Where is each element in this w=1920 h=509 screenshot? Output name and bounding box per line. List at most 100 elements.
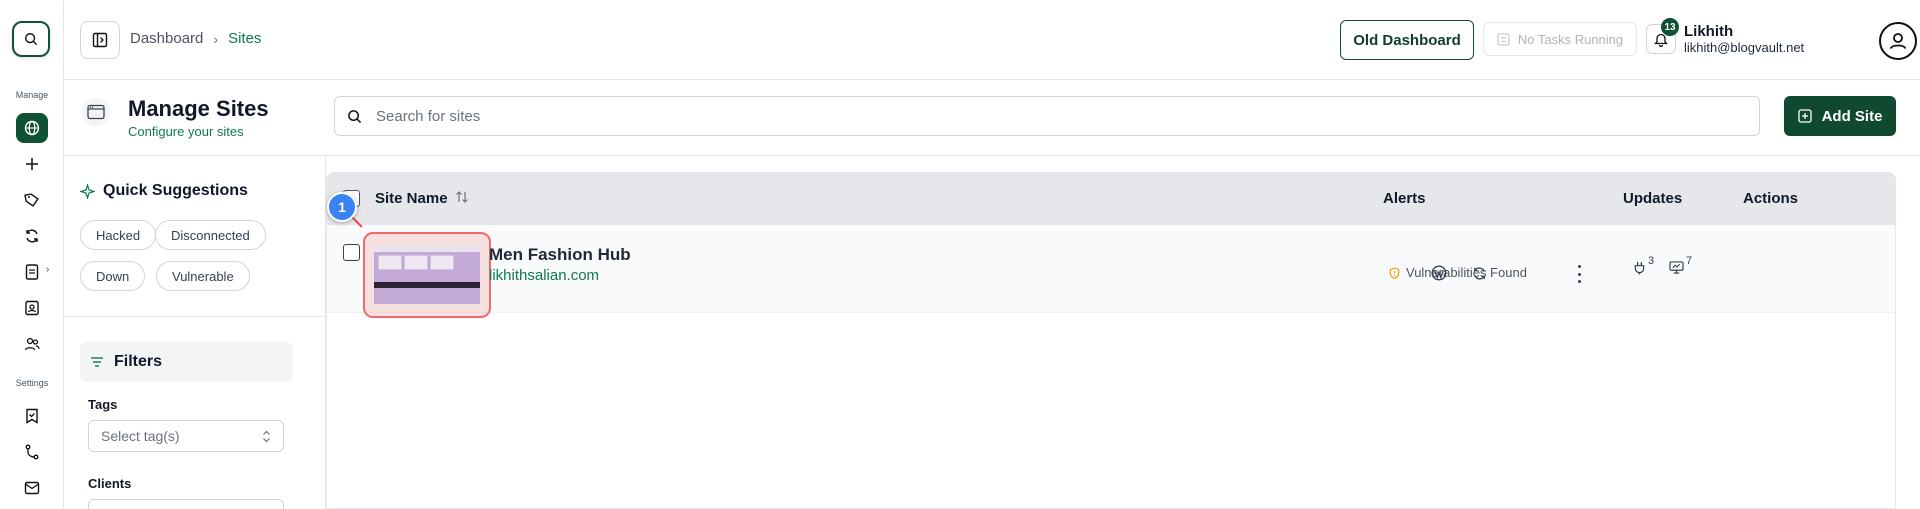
chip-down[interactable]: Down [80, 261, 146, 291]
row-more-button[interactable] [1574, 265, 1584, 283]
thumbnail-card [404, 255, 428, 270]
rail-team-button[interactable] [16, 329, 48, 359]
plus-icon [26, 158, 38, 170]
site-search-input[interactable]: Search for sites [334, 96, 1760, 136]
user-email: likhith@blogvault.net [1684, 40, 1805, 55]
contact-card-icon [25, 300, 39, 316]
add-site-button[interactable]: Add Site [1784, 96, 1896, 136]
theme-updates[interactable]: 7 [1669, 255, 1692, 274]
filter-sidebar: Quick Suggestions Hacked Disconnected Do… [64, 156, 326, 509]
rail-clients-button[interactable] [16, 293, 48, 323]
rail-add-button[interactable] [16, 149, 48, 179]
avatar[interactable] [1879, 22, 1917, 60]
filters-title: Filters [114, 353, 163, 370]
wordpress-icon [1431, 265, 1447, 281]
chip-hacked[interactable]: Hacked [80, 220, 157, 250]
browser-window-icon [82, 98, 110, 126]
rail-reports-button[interactable] [16, 257, 48, 287]
old-dashboard-button[interactable]: Old Dashboard [1340, 20, 1474, 60]
page-subtitle: Configure your sites [128, 124, 244, 139]
chevron-right-icon[interactable]: › [46, 264, 49, 275]
alert-status[interactable]: Vulnerabilities Found [1389, 265, 1527, 280]
refresh-icon [26, 229, 38, 243]
kebab-dot [1577, 272, 1581, 276]
step-marker: 1 [327, 192, 357, 222]
git-branch-icon [25, 444, 39, 460]
chip-vulnerable[interactable]: Vulnerable [156, 261, 250, 291]
document-icon [25, 264, 39, 280]
tag-icon [24, 193, 39, 207]
plugin-updates[interactable]: 3 [1633, 255, 1654, 275]
rail-mail-button[interactable] [16, 473, 48, 503]
clients-label: Clients [88, 476, 132, 491]
refresh-icon [1473, 266, 1485, 280]
app-root: Manage › Settings Dashboard › Sites Old … [0, 0, 1920, 509]
page-title: Manage Sites [128, 96, 269, 121]
thumbnail-header [374, 246, 480, 252]
tasks-icon [1497, 32, 1510, 46]
user-icon [1889, 33, 1907, 50]
tags-select-placeholder: Select tag(s) [101, 428, 180, 444]
quick-suggestions-title: Quick Suggestions [103, 182, 248, 199]
filter-lines-icon [91, 357, 103, 367]
theme-screen-icon [1669, 261, 1684, 274]
column-actions: Actions [1743, 190, 1799, 207]
sparkle-icon [80, 183, 95, 199]
breadcrumb: Dashboard › Sites [130, 30, 261, 47]
kebab-dot [1577, 280, 1581, 283]
site-name[interactable]: Men Fashion Hub [489, 245, 631, 265]
quick-suggestions-heading: Quick Suggestions [80, 182, 248, 200]
rail-settings-label: Settings [15, 378, 49, 388]
add-square-icon [1797, 109, 1812, 123]
sort-icon[interactable] [455, 190, 469, 207]
column-updates: Updates [1623, 190, 1683, 207]
thumbnail-card [378, 255, 402, 270]
site-url-link[interactable]: likhithsalian.com [489, 267, 599, 284]
clients-select[interactable] [88, 499, 284, 509]
rail-search-button[interactable] [12, 21, 50, 57]
rail-tags-button[interactable] [16, 185, 48, 215]
rail-integrations-button[interactable] [16, 437, 48, 467]
breadcrumb-dashboard-link[interactable]: Dashboard [130, 30, 203, 47]
rail-bookmark-button[interactable] [16, 401, 48, 431]
sync-site-button[interactable] [1469, 263, 1489, 283]
wordpress-admin-button[interactable] [1429, 263, 1449, 283]
page-header: Manage Sites Configure your sites Search… [64, 80, 1920, 156]
thumbnail-band [374, 282, 480, 288]
left-rail: Manage › Settings [0, 0, 64, 509]
plugin-update-count: 3 [1648, 255, 1655, 267]
bookmark-check-icon [26, 408, 38, 424]
mail-icon [24, 481, 40, 495]
table-header: Site Name Alerts Updates Actions [327, 173, 1895, 225]
chevron-up-down-icon [263, 430, 270, 442]
thumbnail-card [430, 255, 454, 270]
users-icon [24, 337, 40, 351]
plug-icon [1634, 261, 1645, 275]
kebab-dot [1577, 265, 1581, 268]
breadcrumb-sites-current: Sites [228, 30, 262, 47]
column-site-name[interactable]: Site Name [375, 190, 448, 207]
tasks-status-label: No Tasks Running [1517, 31, 1624, 47]
rail-manage-label: Manage [15, 90, 49, 100]
search-icon [25, 33, 38, 46]
globe-icon [24, 120, 40, 136]
sidebar-divider [64, 316, 325, 317]
tags-select[interactable]: Select tag(s) [88, 420, 284, 452]
tags-label: Tags [88, 397, 118, 412]
sidebar-toggle-button[interactable] [80, 21, 120, 59]
filters-heading[interactable]: Filters [80, 342, 293, 382]
shield-alert-icon [1389, 266, 1400, 279]
table-row[interactable]: Men Fashion Hub likhithsalian.com Vulner… [327, 225, 1895, 318]
search-icon [348, 109, 362, 123]
search-placeholder: Search for sites [376, 107, 481, 125]
site-thumbnail-highlight[interactable] [363, 232, 491, 318]
chip-disconnected[interactable]: Disconnected [155, 220, 266, 250]
alert-text: Vulnerabilities Found [1406, 265, 1527, 280]
rail-sites-button[interactable] [16, 113, 48, 143]
row-checkbox[interactable] [343, 244, 360, 261]
column-alerts: Alerts [1383, 190, 1426, 207]
theme-update-count: 7 [1686, 255, 1693, 267]
rail-sync-button[interactable] [16, 221, 48, 251]
tasks-status-button[interactable]: No Tasks Running [1483, 22, 1637, 56]
add-site-label: Add Site [1821, 107, 1883, 125]
